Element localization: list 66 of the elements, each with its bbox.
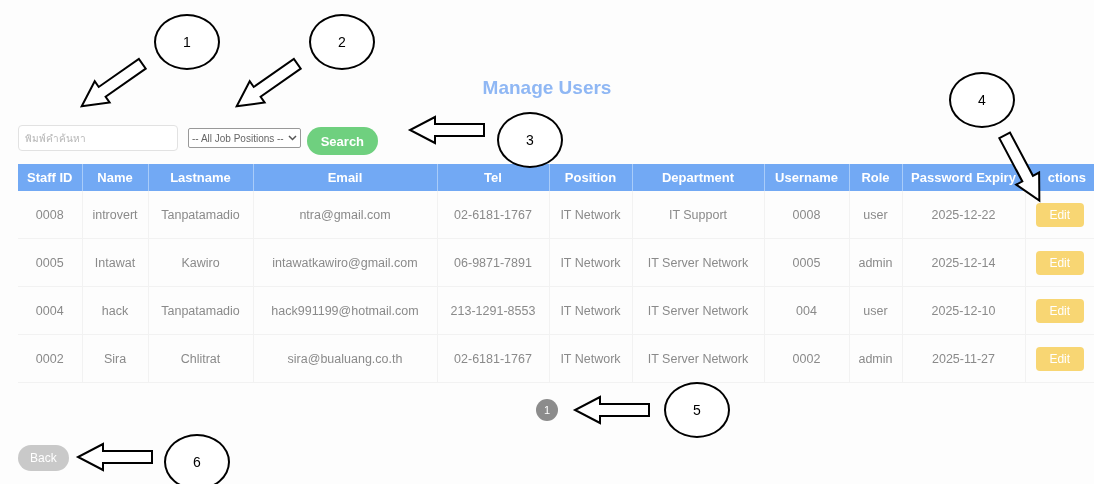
table-cell: Chlitrat: [148, 334, 253, 383]
table-cell: 0004: [18, 286, 82, 335]
table-cell: Kawiro: [148, 238, 253, 287]
table-cell: IT Support: [632, 191, 764, 239]
table-cell: admin: [849, 238, 902, 287]
table-cell: IT Server Network: [632, 286, 764, 335]
page-title: Manage Users: [482, 76, 612, 100]
column-header: Name: [82, 164, 148, 191]
column-header: Staff ID: [18, 164, 82, 191]
table-cell: sira@bualuang.co.th: [253, 334, 437, 383]
table-cell: 2025-12-22: [902, 191, 1025, 239]
callout-number: 2: [309, 14, 375, 70]
table-cell: IT Server Network: [632, 238, 764, 287]
column-header: Department: [632, 164, 764, 191]
table-cell: ntra@gmail.com: [253, 191, 437, 239]
table-cell: 06-9871-7891: [437, 238, 549, 287]
table-cell: 0005: [18, 238, 82, 287]
callout-number: 1: [154, 14, 220, 70]
chevron-icon: [287, 135, 297, 141]
callout-number: 3: [497, 112, 563, 168]
edit-button[interactable]: Edit: [1035, 250, 1084, 275]
table-cell: 02-6181-1767: [437, 191, 549, 239]
table-cell: 0002: [764, 334, 849, 383]
column-header: Username: [764, 164, 849, 191]
column-header: Position: [549, 164, 632, 191]
edit-button[interactable]: Edit: [1035, 298, 1084, 323]
table-cell: 004: [764, 286, 849, 335]
table-cell: IT Network: [549, 191, 632, 239]
table-cell: 213-1291-8553: [437, 286, 549, 335]
table-cell: 0008: [18, 191, 82, 239]
callout-number: 5: [664, 382, 730, 438]
table-cell: 0008: [764, 191, 849, 239]
table-cell: hack: [82, 286, 148, 335]
table-cell: hack991199@hotmail.com: [253, 286, 437, 335]
table-cell: IT Network: [549, 238, 632, 287]
page-number[interactable]: 1: [536, 399, 558, 421]
table-cell: user: [849, 286, 902, 335]
table-cell: IT Server Network: [632, 334, 764, 383]
table-cell: Tanpatamadio: [148, 191, 253, 239]
table-cell: introvert: [82, 191, 148, 239]
edit-button[interactable]: Edit: [1035, 202, 1084, 227]
position-dropdown[interactable]: -- All Job Positions --: [188, 128, 301, 148]
table-cell: 02-6181-1767: [437, 334, 549, 383]
table-cell: intawatkawiro@gmail.com: [253, 238, 437, 287]
table-cell: Sira: [82, 334, 148, 383]
table-cell: user: [849, 191, 902, 239]
search-field[interactable]: พิมพ์คำค้นหา: [18, 125, 178, 151]
column-header: Tel: [437, 164, 549, 191]
column-header: Email: [253, 164, 437, 191]
table-cell: Intawat: [82, 238, 148, 287]
column-header: Lastname: [148, 164, 253, 191]
callout-number: 4: [949, 72, 1015, 128]
table-cell: 0002: [18, 334, 82, 383]
table-cell: Tanpatamadio: [148, 286, 253, 335]
table-cell: 2025-11-27: [902, 334, 1025, 383]
callout-number: 6: [164, 434, 230, 484]
table-cell: 0005: [764, 238, 849, 287]
table-cell: admin: [849, 334, 902, 383]
table-cell: 2025-12-14: [902, 238, 1025, 287]
table-cell: IT Network: [549, 334, 632, 383]
edit-button[interactable]: Edit: [1035, 346, 1084, 371]
table-cell: IT Network: [549, 286, 632, 335]
column-header: Password Expiry: [902, 164, 1025, 191]
column-header: Role: [849, 164, 902, 191]
search-button[interactable]: Search: [306, 127, 379, 155]
table-cell: 2025-12-10: [902, 286, 1025, 335]
